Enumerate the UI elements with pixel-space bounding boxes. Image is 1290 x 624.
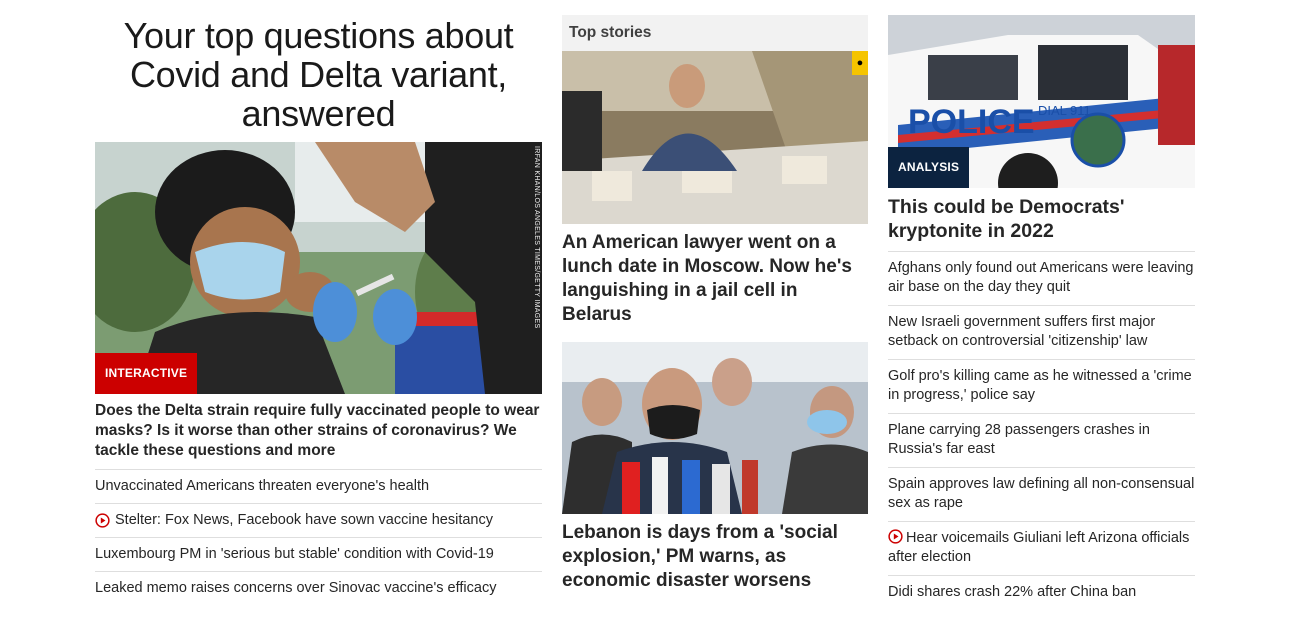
list-item[interactable]: Leaked memo raises concerns over Sinovac… [95, 572, 542, 605]
svg-text:DIAL 911: DIAL 911 [1038, 103, 1091, 118]
list-item-label: Stelter: Fox News, Facebook have sown va… [115, 512, 493, 528]
list-item[interactable]: Hear voicemails Giuliani left Arizona of… [888, 522, 1195, 576]
analysis-headline[interactable]: This could be Democrats' kryptonite in 2… [888, 195, 1195, 252]
restaurant-photo [562, 51, 868, 224]
list-item[interactable]: Luxembourg PM in 'serious but stable' co… [95, 538, 542, 572]
list-item[interactable]: Afghans only found out Americans were le… [888, 252, 1195, 306]
list-item[interactable]: Spain approves law defining all non-cons… [888, 468, 1195, 522]
feature-column: Your top questions about Covid and Delta… [95, 0, 542, 605]
story-image-lebanon[interactable] [562, 342, 868, 514]
news-list: Afghans only found out Americans were le… [888, 252, 1195, 610]
channel-logo-icon: ● [852, 51, 868, 75]
list-item-label: Luxembourg PM in 'serious but stable' co… [95, 546, 494, 562]
analysis-badge: ANALYSIS [888, 147, 970, 188]
story-image-police[interactable]: POLICE DIAL 911 ANALYSIS [888, 15, 1195, 188]
story-headline[interactable]: An American lawyer went on a lunch date … [562, 231, 868, 342]
interactive-badge: INTERACTIVE [95, 353, 198, 394]
list-item[interactable]: Didi shares crash 22% after China ban [888, 576, 1195, 610]
press-conference-photo [562, 342, 868, 514]
list-item[interactable]: Stelter: Fox News, Facebook have sown va… [95, 504, 542, 538]
list-item-label: Leaked memo raises concerns over Sinovac… [95, 580, 497, 596]
top-stories-column: Top stories ● An American lawyer went on… [562, 0, 868, 593]
list-item-label: Spain approves law defining all non-cons… [888, 476, 1195, 511]
list-item[interactable]: New Israeli government suffers first maj… [888, 306, 1195, 360]
list-item-text: Hear voicemails Giuliani left Arizona of… [888, 530, 1190, 565]
list-item[interactable]: Golf pro's killing came as he witnessed … [888, 360, 1195, 414]
list-item-label: Unvaccinated Americans threaten everyone… [95, 478, 430, 494]
list-item[interactable]: Plane carrying 28 passengers crashes in … [888, 414, 1195, 468]
play-circle-icon [95, 513, 110, 528]
list-item[interactable]: Unvaccinated Americans threaten everyone… [95, 470, 542, 504]
svg-text:POLICE: POLICE [908, 103, 1035, 141]
story-image-lawyer[interactable]: ● [562, 51, 868, 224]
analysis-column: POLICE DIAL 911 ANALYSIS This could be D… [888, 0, 1195, 610]
list-item-label: Afghans only found out Americans were le… [888, 260, 1194, 295]
story-headline[interactable]: Lebanon is days from a 'social explosion… [562, 521, 868, 593]
feature-related-list: Unvaccinated Americans threaten everyone… [95, 470, 542, 605]
list-item-label: Plane carrying 28 passengers crashes in … [888, 422, 1150, 457]
feature-image[interactable]: IRFAN KHAN/LOS ANGELES TIMES/GETTY IMAGE… [95, 142, 542, 394]
section-label-top-stories: Top stories [562, 15, 868, 51]
list-item-label: Golf pro's killing came as he witnessed … [888, 368, 1192, 403]
list-item-label: Didi shares crash 22% after China ban [888, 584, 1137, 600]
list-item-label: Hear voicemails Giuliani left Arizona of… [888, 529, 1195, 567]
feature-headline[interactable]: Does the Delta strain require fully vacc… [95, 401, 542, 470]
play-circle-icon [888, 529, 903, 544]
image-credit: IRFAN KHAN/LOS ANGELES TIMES/GETTY IMAGE… [533, 146, 540, 329]
feature-title[interactable]: Your top questions about Covid and Delta… [95, 16, 542, 142]
list-item-label: New Israeli government suffers first maj… [888, 314, 1156, 349]
